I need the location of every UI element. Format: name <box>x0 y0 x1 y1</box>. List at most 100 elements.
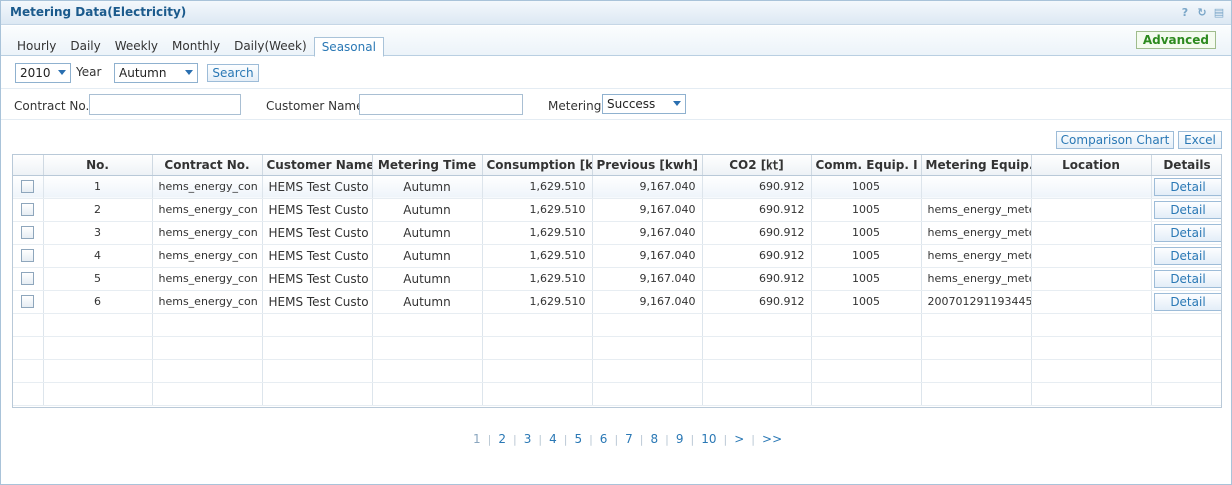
column-header[interactable]: Comm. Equip. I <box>811 155 922 176</box>
row-checkbox[interactable] <box>21 295 35 309</box>
refresh-icon[interactable]: ↻ <box>1196 6 1208 19</box>
page-separator: | <box>487 432 492 446</box>
empty-cell <box>1031 382 1152 406</box>
table-row[interactable]: 5 hems_energy_con HEMS Test Custo Autumn 1,6… <box>13 267 1221 291</box>
row-checkbox[interactable] <box>21 203 35 217</box>
page-link-1[interactable]: 1 <box>473 432 481 446</box>
column-header[interactable]: Customer Name <box>262 155 373 176</box>
row-checkbox[interactable] <box>21 249 35 263</box>
comm-equip-cell: 1005 <box>811 244 922 268</box>
metering-equip-cell: hems_energy_mete <box>921 267 1032 291</box>
empty-cell <box>482 336 593 360</box>
co2-cell: 690.912 <box>702 267 812 291</box>
tab-daily[interactable]: Daily <box>63 37 107 56</box>
search-button[interactable]: Search <box>207 64 259 82</box>
contract-no-cell: hems_energy_con <box>152 198 263 222</box>
column-header[interactable]: Details <box>1151 155 1221 176</box>
contract-no-cell: hems_energy_con <box>152 244 263 268</box>
row-number: 6 <box>43 290 153 314</box>
detail-button[interactable]: Detail <box>1153 223 1221 242</box>
excel-button[interactable]: Excel <box>1178 131 1222 149</box>
title-bar: Metering Data(Electricity) ? ↻ ▤ <box>1 1 1231 25</box>
column-header[interactable]: No. <box>43 155 153 176</box>
co2-cell: 690.912 <box>702 221 812 245</box>
empty-cell <box>13 313 44 337</box>
season-select[interactable]: Autumn <box>114 63 198 83</box>
page-link-9[interactable]: 9 <box>676 432 684 446</box>
grid-header-row: No. Contract No. Customer Name Metering Tim… <box>13 155 1221 176</box>
column-header[interactable]: Metering Equip. <box>921 155 1032 176</box>
empty-cell <box>811 336 922 360</box>
column-header[interactable]: Location <box>1031 155 1152 176</box>
maximize-icon[interactable]: ▤ <box>1213 6 1225 19</box>
page-separator: | <box>513 432 517 446</box>
chevron-down-icon <box>673 101 681 106</box>
column-header[interactable]: Contract No. <box>152 155 263 176</box>
tab-daily-week[interactable]: Daily(Week) <box>227 37 314 56</box>
page-link-2[interactable]: 2 <box>498 432 506 446</box>
consumption-cell: 1,629.510 <box>482 267 593 291</box>
empty-cell <box>1031 359 1152 383</box>
detail-button[interactable]: Detail <box>1153 246 1221 265</box>
column-header[interactable]: Previous [kwh] <box>592 155 703 176</box>
page-separator: | <box>563 432 568 446</box>
tab-weekly[interactable]: Weekly <box>108 37 165 56</box>
row-checkbox[interactable] <box>21 272 35 286</box>
page-link-7[interactable]: 7 <box>625 432 633 446</box>
page-separator: | <box>690 432 695 446</box>
page-link-6[interactable]: 6 <box>600 432 608 446</box>
customer-name-input[interactable] <box>359 94 523 115</box>
year-select[interactable]: 2010 <box>15 63 71 83</box>
row-checkbox[interactable] <box>21 180 35 194</box>
customer-name-cell: HEMS Test Custo <box>262 175 373 199</box>
empty-cell <box>13 359 44 383</box>
page-link-8[interactable]: 8 <box>651 432 659 446</box>
detail-button[interactable]: Detail <box>1153 269 1221 288</box>
next-page-icon[interactable]: > <box>734 432 744 446</box>
tab-monthly[interactable]: Monthly <box>165 37 227 56</box>
column-header[interactable]: Metering Time <box>372 155 483 176</box>
table-row[interactable]: 6 hems_energy_con HEMS Test Custo Autumn 1,6… <box>13 290 1221 314</box>
co2-cell: 690.912 <box>702 175 812 199</box>
previous-cell: 9,167.040 <box>592 175 703 199</box>
row-number: 2 <box>43 198 153 222</box>
detail-button[interactable]: Detail <box>1153 292 1221 311</box>
page-link-5[interactable]: 5 <box>574 432 582 446</box>
table-row[interactable]: 4 hems_energy_con HEMS Test Custo Autumn 1,6… <box>13 244 1221 268</box>
metering-time-cell: Autumn <box>372 244 483 268</box>
column-header[interactable]: Consumption [k <box>482 155 593 176</box>
last-page-icon[interactable]: >> <box>762 432 782 446</box>
tab-seasonal[interactable]: Seasonal <box>313 37 384 57</box>
metering-status-select[interactable]: Success <box>602 94 686 114</box>
title-icons: ? ↻ ▤ <box>1179 6 1225 19</box>
table-row[interactable]: 2 hems_energy_con HEMS Test Custo Autumn 1,6… <box>13 198 1221 222</box>
empty-cell <box>482 313 593 337</box>
empty-row <box>13 382 1221 406</box>
page-link-4[interactable]: 4 <box>549 432 557 446</box>
row-checkbox[interactable] <box>21 226 35 240</box>
table-row[interactable]: 1 hems_energy_con HEMS Test Custo Autumn 1,6… <box>13 175 1221 199</box>
empty-cell <box>372 313 483 337</box>
help-icon[interactable]: ? <box>1179 6 1191 19</box>
detail-button[interactable]: Detail <box>1153 177 1221 196</box>
column-header[interactable]: CO2 [㏏] <box>702 155 812 176</box>
empty-cell <box>262 382 373 406</box>
empty-cell <box>43 336 153 360</box>
header-select-all[interactable] <box>13 155 44 176</box>
empty-cell <box>482 359 593 383</box>
page-link-3[interactable]: 3 <box>524 432 532 446</box>
previous-cell: 9,167.040 <box>592 290 703 314</box>
previous-cell: 9,167.040 <box>592 244 703 268</box>
table-row[interactable]: 3 hems_energy_con HEMS Test Custo Autumn 1,6… <box>13 221 1221 245</box>
contract-no-input[interactable] <box>89 94 241 115</box>
row-select-cell <box>13 175 44 199</box>
location-cell <box>1031 290 1152 314</box>
comparison-chart-button[interactable]: Comparison Chart <box>1056 131 1174 149</box>
tab-hourly[interactable]: Hourly <box>10 37 63 56</box>
page-separator: | <box>723 432 728 446</box>
detail-button[interactable]: Detail <box>1153 200 1221 219</box>
page-link-10[interactable]: 10 <box>701 432 716 446</box>
page-separator: | <box>665 432 669 446</box>
advanced-button[interactable]: Advanced <box>1135 31 1216 49</box>
page-separator: | <box>639 432 644 446</box>
